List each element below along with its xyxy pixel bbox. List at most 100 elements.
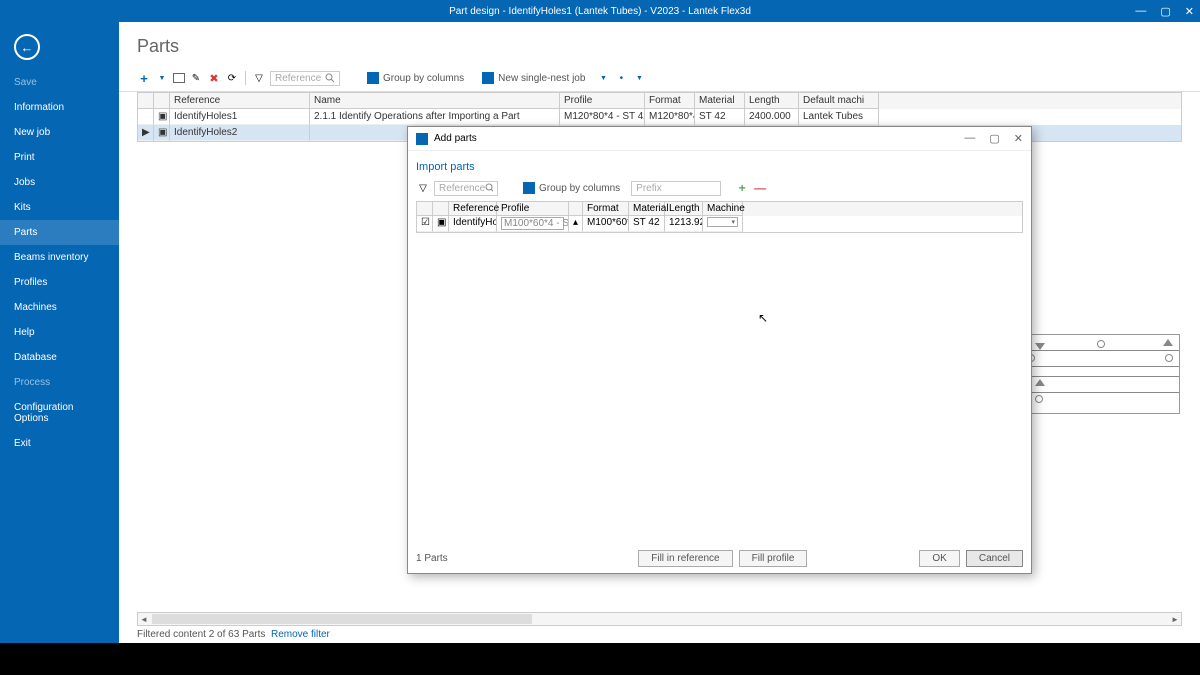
format-cell: M100*60*4 <box>583 216 629 232</box>
profile-cell[interactable]: M100*60*4 - ST 42 <box>497 216 569 232</box>
sidebar-item-beams-inventory[interactable]: Beams inventory <box>0 245 119 270</box>
column-header[interactable] <box>417 202 433 216</box>
column-header[interactable]: Reference <box>170 93 310 109</box>
column-header[interactable]: Profile <box>497 202 569 216</box>
sidebar-item-help[interactable]: Help <box>0 320 119 345</box>
search-input[interactable]: Reference <box>270 71 340 86</box>
scroll-right-icon[interactable]: ► <box>1169 615 1181 624</box>
main-panel: Parts + ▼ ✎ ✖ ⟳ ▽ Reference Group by col… <box>119 22 1200 643</box>
page-title: Parts <box>119 22 1200 65</box>
parts-count: 1 Parts <box>416 553 448 564</box>
column-header[interactable]: Material <box>629 202 665 216</box>
dialog-close-button[interactable]: ✕ <box>1014 132 1023 145</box>
group-icon <box>367 72 379 84</box>
table-cell: 2400.000 <box>745 109 799 125</box>
table-cell: 2.1.1 Identify Operations after Importin… <box>310 109 560 125</box>
sidebar-item-machines[interactable]: Machines <box>0 295 119 320</box>
search-icon <box>325 73 335 83</box>
sidebar-item-process[interactable]: Process <box>0 370 119 395</box>
machine-cell[interactable]: ▾ <box>703 216 743 232</box>
status-bar: Filtered content 2 of 63 Parts Remove fi… <box>119 626 1200 643</box>
sidebar-item-information[interactable]: Information <box>0 95 119 120</box>
dialog-search-input[interactable]: Reference <box>434 181 498 196</box>
table-cell: IdentifyHoles2 <box>170 125 310 141</box>
group-icon <box>523 182 535 194</box>
dialog-icon <box>416 133 428 145</box>
dialog-group-button[interactable]: Group by columns <box>516 179 627 197</box>
part-preview <box>1020 334 1180 414</box>
row-checkbox[interactable]: ☑ <box>417 216 433 232</box>
maximize-button[interactable]: ▢ <box>1160 5 1170 18</box>
column-header[interactable]: Format <box>583 202 629 216</box>
dialog-maximize-button[interactable]: ▢ <box>989 132 999 145</box>
table-cell <box>138 109 154 125</box>
reference-cell[interactable]: IdentifyHoles <box>449 216 497 232</box>
add-parts-dialog: Add parts — ▢ ✕ Import parts ▽ Reference <box>407 126 1032 574</box>
import-parts-heading: Import parts <box>416 161 1023 173</box>
column-header[interactable] <box>154 93 170 109</box>
profile-dropdown[interactable]: ▴ <box>569 216 583 232</box>
column-header[interactable] <box>138 93 154 109</box>
column-header[interactable] <box>433 202 449 216</box>
column-header[interactable]: Name <box>310 93 560 109</box>
sidebar-item-profiles[interactable]: Profiles <box>0 270 119 295</box>
sidebar-item-print[interactable]: Print <box>0 145 119 170</box>
sidebar-item-save[interactable]: Save <box>0 70 119 95</box>
sidebar-item-jobs[interactable]: Jobs <box>0 170 119 195</box>
main-toolbar: + ▼ ✎ ✖ ⟳ ▽ Reference Group by columns <box>119 65 1200 92</box>
titlebar: Part design - IdentifyHoles1 (Lantek Tub… <box>0 0 1200 22</box>
delete-button[interactable]: ✖ <box>207 71 221 85</box>
column-header[interactable]: Material <box>695 93 745 109</box>
sidebar-item-new-job[interactable]: New job <box>0 120 119 145</box>
back-button[interactable]: ← <box>14 34 40 60</box>
ok-button[interactable]: OK <box>919 550 959 567</box>
table-cell: M120*80*4 - ST 42 <box>560 109 645 125</box>
dialog-filter-icon[interactable]: ▽ <box>416 181 430 195</box>
column-header[interactable]: Format <box>645 93 695 109</box>
minimize-button[interactable]: — <box>1135 5 1146 18</box>
dialog-minimize-button[interactable]: — <box>964 132 975 145</box>
sidebar-item-exit[interactable]: Exit <box>0 431 119 456</box>
sidebar: ← SaveInformationNew jobPrintJobsKitsPar… <box>0 22 119 643</box>
column-header[interactable]: Reference <box>449 202 497 216</box>
close-button[interactable]: ✕ <box>1185 5 1194 18</box>
table-row[interactable]: ▣IdentifyHoles12.1.1 Identify Operations… <box>138 109 1181 125</box>
sidebar-item-kits[interactable]: Kits <box>0 195 119 220</box>
dialog-remove-row-button[interactable]: — <box>753 181 767 195</box>
dialog-title: Add parts <box>434 133 477 144</box>
fill-reference-button[interactable]: Fill in reference <box>638 550 732 567</box>
extra-icon[interactable]: • <box>614 71 628 85</box>
new-nest-job-button[interactable]: New single-nest job <box>475 69 592 87</box>
add-button[interactable]: + <box>137 71 151 85</box>
column-header[interactable]: Length <box>745 93 799 109</box>
prefix-input[interactable]: Prefix <box>631 181 721 196</box>
scroll-left-icon[interactable]: ◄ <box>138 615 150 624</box>
group-by-columns-button[interactable]: Group by columns <box>360 69 471 87</box>
edit-icon[interactable]: ✎ <box>189 71 203 85</box>
extra-dropdown-icon[interactable]: ▼ <box>632 71 646 85</box>
table-cell: ST 42 <box>695 109 745 125</box>
column-header[interactable]: Default machi <box>799 93 879 109</box>
sidebar-item-parts[interactable]: Parts <box>0 220 119 245</box>
column-header[interactable]: Profile <box>560 93 645 109</box>
cancel-button[interactable]: Cancel <box>966 550 1023 567</box>
remove-filter-link[interactable]: Remove filter <box>271 629 330 640</box>
sidebar-item-configuration-options[interactable]: Configuration Options <box>0 395 119 431</box>
search-icon <box>485 183 493 193</box>
horizontal-scrollbar[interactable]: ◄ ► <box>137 612 1182 626</box>
column-header[interactable] <box>569 202 583 216</box>
length-cell[interactable]: 1213.920 <box>665 216 703 232</box>
refresh-icon[interactable]: ⟳ <box>225 71 239 85</box>
sidebar-item-database[interactable]: Database <box>0 345 119 370</box>
app-title: Part design - IdentifyHoles1 (Lantek Tub… <box>449 6 751 17</box>
nest-dropdown-icon[interactable]: ▼ <box>596 71 610 85</box>
column-header[interactable]: Length <box>665 202 703 216</box>
dialog-add-row-button[interactable]: + <box>735 181 749 195</box>
column-header[interactable]: Machine <box>703 202 743 216</box>
filter-icon[interactable]: ▽ <box>252 71 266 85</box>
dropdown-arrow-icon[interactable]: ▼ <box>155 71 169 85</box>
row-icon[interactable]: ▣ <box>433 216 449 232</box>
fill-profile-button[interactable]: Fill profile <box>739 550 808 567</box>
table-cell: Lantek Tubes <box>799 109 879 125</box>
list-icon[interactable] <box>173 73 185 83</box>
